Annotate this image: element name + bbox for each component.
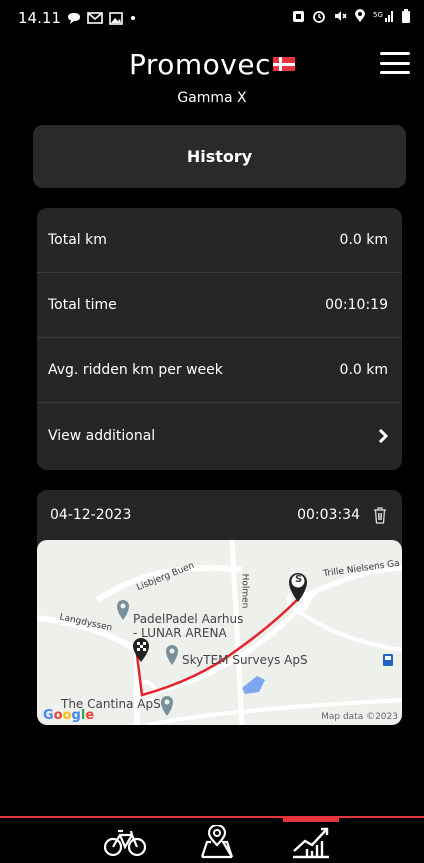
mail-icon (87, 12, 103, 24)
stat-value: 0.0 km (339, 232, 388, 248)
stats-chart-icon (293, 827, 329, 859)
ride-duration: 00:03:34 (297, 507, 360, 523)
mute-icon (335, 11, 347, 21)
map-label-padel-1: PadelPadel Aarhus (133, 612, 244, 626)
map-attribution: Map data ©2023 (321, 712, 398, 722)
ride-header: 04-12-2023 00:03:34 (37, 490, 402, 540)
location-icon (355, 9, 365, 22)
chevron-right-icon (378, 428, 388, 443)
bottom-nav (0, 818, 424, 863)
status-time: 14.11 (18, 9, 61, 27)
dot-icon (130, 16, 135, 20)
signal-icon: 5G (373, 11, 393, 22)
brand-name: Promovec (128, 48, 272, 81)
danish-flag-icon (273, 57, 296, 71)
ride-card[interactable]: 04-12-2023 00:03:34 S Lisbjerg Buen Holm… (37, 490, 402, 725)
status-bar: 14.11 5G (0, 0, 424, 36)
trash-icon[interactable] (372, 506, 388, 524)
stat-label: Total km (48, 232, 107, 248)
chat-icon (67, 12, 80, 24)
stat-row-avg-km-week: Avg. ridden km per week 0.0 km (37, 338, 402, 403)
tab-map[interactable] (195, 822, 239, 862)
history-title: History (186, 147, 253, 166)
stat-value: 00:10:19 (325, 297, 388, 313)
nfc-icon (293, 10, 304, 22)
stat-row-total-time: Total time 00:10:19 (37, 273, 402, 338)
svg-text:5G: 5G (373, 11, 383, 19)
stat-label: Avg. ridden km per week (48, 362, 223, 378)
google-logo: Google (43, 708, 95, 723)
bike-icon (103, 829, 147, 857)
stat-value: 0.0 km (339, 362, 388, 378)
map-label-holmen: Holmen (239, 573, 250, 609)
menu-line (380, 52, 410, 55)
map-label-padel-2: - LUNAR ARENA (133, 626, 227, 640)
start-marker-label: S (295, 574, 303, 585)
ride-date: 04-12-2023 (50, 507, 132, 523)
stat-label: Total time (48, 297, 117, 313)
map-route-icon (200, 825, 234, 859)
battery-icon (402, 9, 410, 23)
brand-logo: Promovec (0, 48, 424, 81)
menu-line (380, 71, 410, 74)
tab-stats[interactable] (289, 822, 333, 862)
route-map[interactable]: S Lisbjerg Buen Holmen Trille Nielsens G… (37, 540, 402, 725)
history-title-card: History (33, 125, 406, 188)
menu-line (380, 61, 410, 65)
stat-label: View additional (48, 427, 156, 444)
map-label-skytem: SkyTEM Surveys ApS (182, 653, 308, 667)
device-name: Gamma X (177, 90, 247, 106)
view-additional-button[interactable]: View additional (37, 403, 402, 468)
tab-bike[interactable] (103, 822, 147, 862)
stat-row-total-km: Total km 0.0 km (37, 208, 402, 273)
stats-card: Total km 0.0 km Total time 00:10:19 Avg.… (37, 208, 402, 470)
alarm-icon (313, 11, 325, 23)
image-icon (109, 11, 123, 25)
hamburger-menu-button[interactable] (380, 52, 410, 74)
